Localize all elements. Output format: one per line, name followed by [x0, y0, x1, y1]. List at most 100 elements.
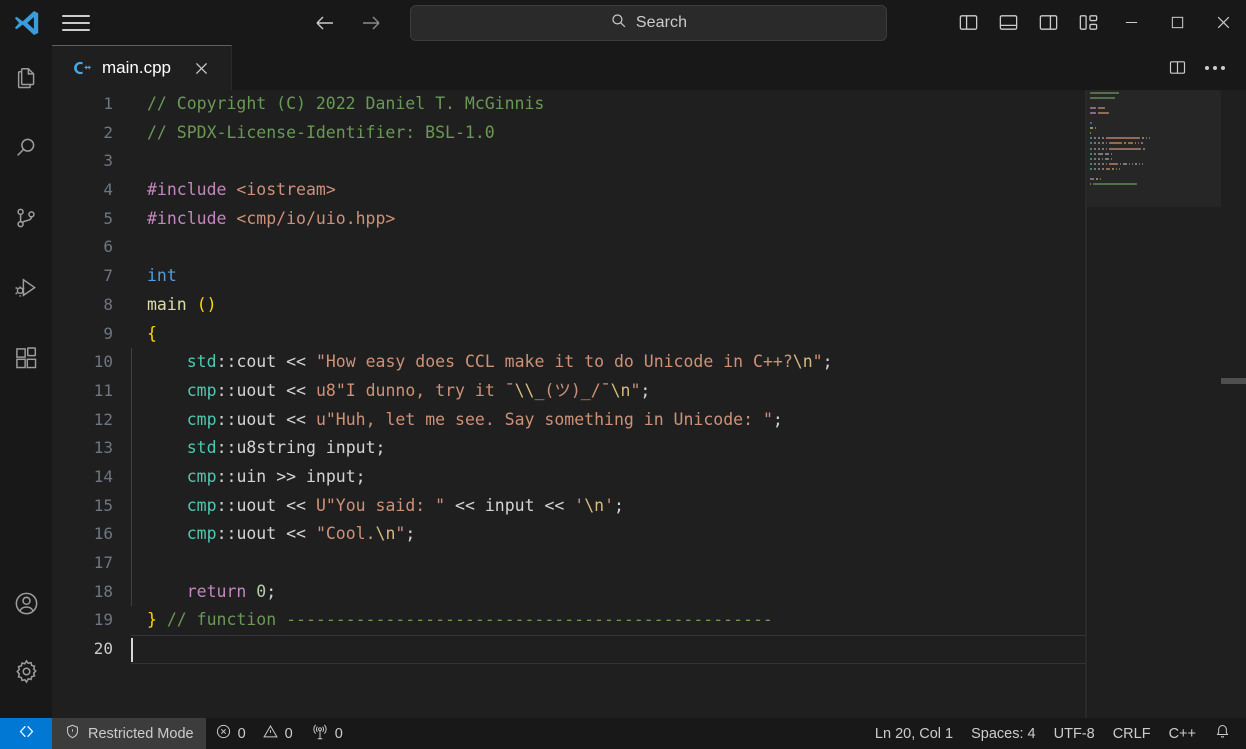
code-line[interactable]: 7 int	[52, 262, 1246, 291]
status-ports[interactable]: 0	[302, 718, 352, 749]
line-text	[131, 147, 1246, 176]
code-line[interactable]: 3	[52, 147, 1246, 176]
code-token: "	[395, 524, 406, 544]
code-line[interactable]: 6	[52, 233, 1246, 262]
status-warning-count: 0	[284, 725, 293, 742]
code-line[interactable]: 17	[52, 549, 1246, 578]
sidebar-item-explorer[interactable]	[0, 45, 52, 115]
minimap[interactable]	[1086, 90, 1221, 718]
sidebar-item-source-control[interactable]	[0, 185, 52, 255]
tab-main-cpp[interactable]: main.cpp	[52, 45, 232, 90]
code-token: #include	[147, 208, 227, 228]
code-line[interactable]: 20	[52, 635, 1246, 664]
status-restricted-mode-label: Restricted Mode	[88, 725, 194, 742]
toggle-primary-sidebar-button[interactable]	[948, 3, 988, 43]
remote-connect-icon	[17, 722, 36, 745]
code-token: 0	[256, 581, 267, 601]
line-number: 16	[93, 524, 113, 544]
line-number: 5	[103, 208, 113, 228]
code-line[interactable]: 12 cmp::uout << u"Huh, let me see. Say s…	[52, 405, 1246, 435]
status-encoding[interactable]: UTF-8	[1045, 718, 1104, 749]
code-line[interactable]: 15 cmp::uout << U"You said: " << input <…	[52, 491, 1246, 521]
code-line[interactable]: 11 cmp::uout << u8"I dunno, try it ¯\\_(…	[52, 376, 1246, 406]
toggle-panel-button[interactable]	[988, 3, 1028, 43]
scrollbar-thumb[interactable]	[1221, 378, 1246, 384]
line-number: 19	[93, 610, 113, 630]
remote-indicator[interactable]	[0, 718, 52, 749]
sidebar-item-settings[interactable]	[0, 640, 52, 708]
code-line[interactable]: 9{	[52, 320, 1246, 349]
search-icon	[13, 135, 39, 166]
minimap-slider[interactable]	[1087, 90, 1221, 207]
error-circle-icon	[215, 723, 232, 744]
status-eol[interactable]: CRLF	[1104, 718, 1160, 749]
line-text	[131, 233, 1246, 262]
line-text: #include <iostream>	[131, 176, 1246, 205]
line-number: 15	[93, 495, 113, 515]
vscode-logo-icon	[0, 0, 52, 45]
indent-guide	[131, 462, 132, 492]
arrow-right-icon[interactable]	[354, 6, 388, 40]
code-token: ;	[405, 524, 416, 544]
status-notifications[interactable]	[1205, 718, 1240, 749]
line-text: return 0;	[131, 577, 1246, 607]
status-problems[interactable]: 0 0	[206, 718, 302, 749]
code-line[interactable]: 8 main ()	[52, 291, 1246, 320]
status-indentation[interactable]: Spaces: 4	[962, 718, 1045, 749]
search-label: Search	[635, 13, 688, 31]
code-token: cmp	[186, 380, 217, 400]
extensions-blocks-icon	[13, 345, 39, 376]
code-content[interactable]: 1 // Copyright (C) 2022 Daniel T. McGinni…	[52, 90, 1246, 718]
code-token: ::	[216, 352, 237, 372]
more-actions-button[interactable]	[1198, 51, 1232, 85]
search-input[interactable]: Search	[410, 4, 887, 41]
code-line[interactable]: 5 #include <cmp/io/uio.hpp>	[52, 205, 1246, 234]
code-line[interactable]: 2 // SPDX-License-Identifier: BSL-1.0	[52, 119, 1246, 148]
sidebar-item-account[interactable]	[0, 572, 52, 640]
code-line[interactable]: 13 std::u8string input;	[52, 434, 1246, 463]
code-line[interactable]: 10 std::cout << "How easy does CCL make …	[52, 348, 1246, 377]
line-number: 20	[93, 639, 113, 659]
code-line[interactable]: 16 cmp::uout << "Cool.\n";	[52, 520, 1246, 549]
code-line[interactable]: 18 return 0;	[52, 577, 1246, 607]
code-line[interactable]: 4 #include <iostream>	[52, 176, 1246, 205]
code-token: ()	[196, 294, 217, 314]
shield-icon	[64, 723, 81, 744]
status-cursor-position[interactable]: Ln 20, Col 1	[866, 718, 962, 749]
code-token: ::	[216, 438, 237, 458]
code-token: int	[147, 266, 177, 286]
close-button[interactable]	[1200, 0, 1246, 45]
code-token: _(ツ)_/¯	[534, 380, 611, 400]
line-number: 11	[93, 380, 113, 400]
code-line[interactable]: 14 cmp::uin >> input;	[52, 462, 1246, 492]
maximize-button[interactable]	[1154, 0, 1200, 45]
code-line[interactable]: 1 // Copyright (C) 2022 Daniel T. McGinni…	[52, 90, 1246, 119]
code-token: {	[147, 323, 157, 343]
indent-guide	[131, 549, 132, 578]
line-number: 10	[93, 352, 113, 372]
arrow-left-icon[interactable]	[308, 6, 342, 40]
split-editor-right-button[interactable]	[1160, 51, 1194, 85]
sidebar-item-search[interactable]	[0, 115, 52, 185]
line-number: 6	[103, 237, 113, 257]
code-token: ;	[266, 581, 277, 601]
sidebar-item-extensions[interactable]	[0, 325, 52, 395]
code-line[interactable]: 19} // function ------------------------…	[52, 606, 1246, 635]
minimize-button[interactable]	[1108, 0, 1154, 45]
code-editor[interactable]: 1 // Copyright (C) 2022 Daniel T. McGinni…	[52, 90, 1246, 718]
toggle-secondary-sidebar-button[interactable]	[1028, 3, 1068, 43]
editor-scrollbar-vertical[interactable]	[1221, 90, 1246, 718]
code-token: <cmp/io/uio.hpp>	[236, 208, 396, 228]
sidebar-item-run-debug[interactable]	[0, 255, 52, 325]
warning-triangle-icon	[262, 723, 279, 744]
indent-guide	[131, 405, 132, 435]
status-language-mode[interactable]: C++	[1160, 718, 1205, 749]
customize-layout-button[interactable]	[1068, 3, 1108, 43]
hamburger-menu-icon[interactable]	[52, 0, 100, 45]
close-icon[interactable]	[189, 55, 215, 81]
status-restricted-mode[interactable]: Restricted Mode	[52, 718, 206, 749]
